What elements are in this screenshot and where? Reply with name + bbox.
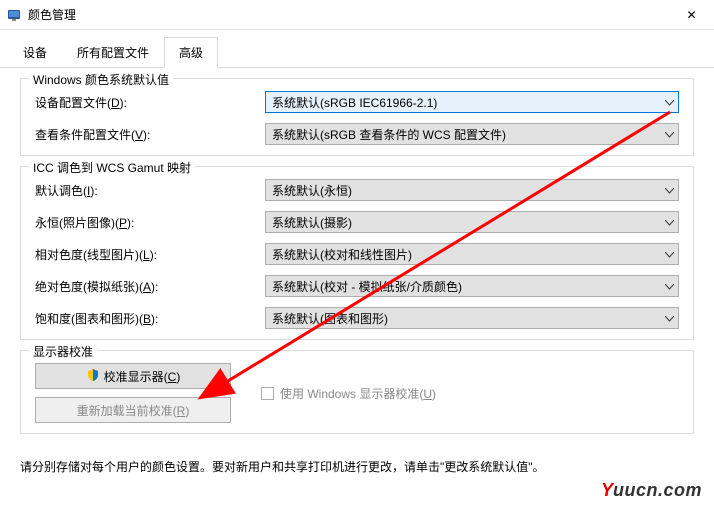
group-display-calibration: 显示器校准 校准显示器(C) 重新加载当前校准(R) 使用 Windows 显示… — [20, 350, 694, 434]
shield-icon — [86, 368, 100, 385]
group-gamut-mapping: ICC 调色到 WCS Gamut 映射 默认调色(I): 系统默认(永恒) 永… — [20, 166, 694, 340]
device-profile-label: 设备配置文件(D): — [35, 94, 265, 111]
viewing-profile-label: 查看条件配置文件(V): — [35, 126, 265, 143]
tab-all-profiles[interactable]: 所有配置文件 — [62, 37, 164, 68]
absolute-select[interactable]: 系统默认(校对 - 模拟纸张/介质颜色) — [265, 275, 679, 297]
checkbox-icon — [261, 387, 274, 400]
calibrate-display-button[interactable]: 校准显示器(C) — [35, 363, 231, 389]
group-calib-legend: 显示器校准 — [29, 343, 97, 360]
default-intent-label: 默认调色(I): — [35, 182, 265, 199]
use-windows-label: 使用 Windows 显示器校准(U) — [280, 385, 436, 402]
chevron-down-icon — [665, 183, 674, 197]
reload-calibration-button: 重新加载当前校准(R) — [35, 397, 231, 423]
relative-select[interactable]: 系统默认(校对和线性图片) — [265, 243, 679, 265]
watermark: Yuucn.com — [601, 480, 702, 501]
window-title: 颜色管理 — [28, 6, 669, 23]
perceptual-select[interactable]: 系统默认(摄影) — [265, 211, 679, 233]
content-area: Windows 颜色系统默认值 设备配置文件(D): 系统默认(sRGB IEC… — [0, 68, 714, 450]
tab-advanced[interactable]: 高级 — [164, 37, 218, 68]
group-gamut-legend: ICC 调色到 WCS Gamut 映射 — [29, 159, 195, 176]
viewing-profile-value: 系统默认(sRGB 查看条件的 WCS 配置文件) — [272, 126, 506, 143]
tab-devices[interactable]: 设备 — [8, 37, 62, 68]
close-button[interactable]: ✕ — [669, 0, 714, 30]
app-icon — [6, 7, 22, 23]
chevron-down-icon — [665, 279, 674, 293]
device-profile-value: 系统默认(sRGB IEC61966-2.1) — [272, 94, 437, 111]
chevron-down-icon — [665, 311, 674, 325]
relative-label: 相对色度(线型图片)(L): — [35, 246, 265, 263]
chevron-down-icon — [665, 127, 674, 141]
use-windows-calibration-checkbox[interactable]: 使用 Windows 显示器校准(U) — [261, 385, 436, 402]
footer-instruction: 请分别存储对每个用户的颜色设置。要对新用户和共享打印机进行更改，请单击"更改系统… — [0, 450, 714, 475]
saturation-select[interactable]: 系统默认(图表和图形) — [265, 307, 679, 329]
tab-bar: 设备 所有配置文件 高级 — [0, 30, 714, 68]
group-windows-defaults: Windows 颜色系统默认值 设备配置文件(D): 系统默认(sRGB IEC… — [20, 78, 694, 156]
chevron-down-icon — [665, 95, 674, 109]
absolute-label: 绝对色度(模拟纸张)(A): — [35, 278, 265, 295]
group-defaults-legend: Windows 颜色系统默认值 — [29, 71, 173, 88]
default-intent-select[interactable]: 系统默认(永恒) — [265, 179, 679, 201]
chevron-down-icon — [665, 247, 674, 261]
perceptual-label: 永恒(照片图像)(P): — [35, 214, 265, 231]
chevron-down-icon — [665, 215, 674, 229]
titlebar: 颜色管理 ✕ — [0, 0, 714, 30]
saturation-label: 饱和度(图表和图形)(B): — [35, 310, 265, 327]
device-profile-select[interactable]: 系统默认(sRGB IEC61966-2.1) — [265, 91, 679, 113]
viewing-profile-select[interactable]: 系统默认(sRGB 查看条件的 WCS 配置文件) — [265, 123, 679, 145]
